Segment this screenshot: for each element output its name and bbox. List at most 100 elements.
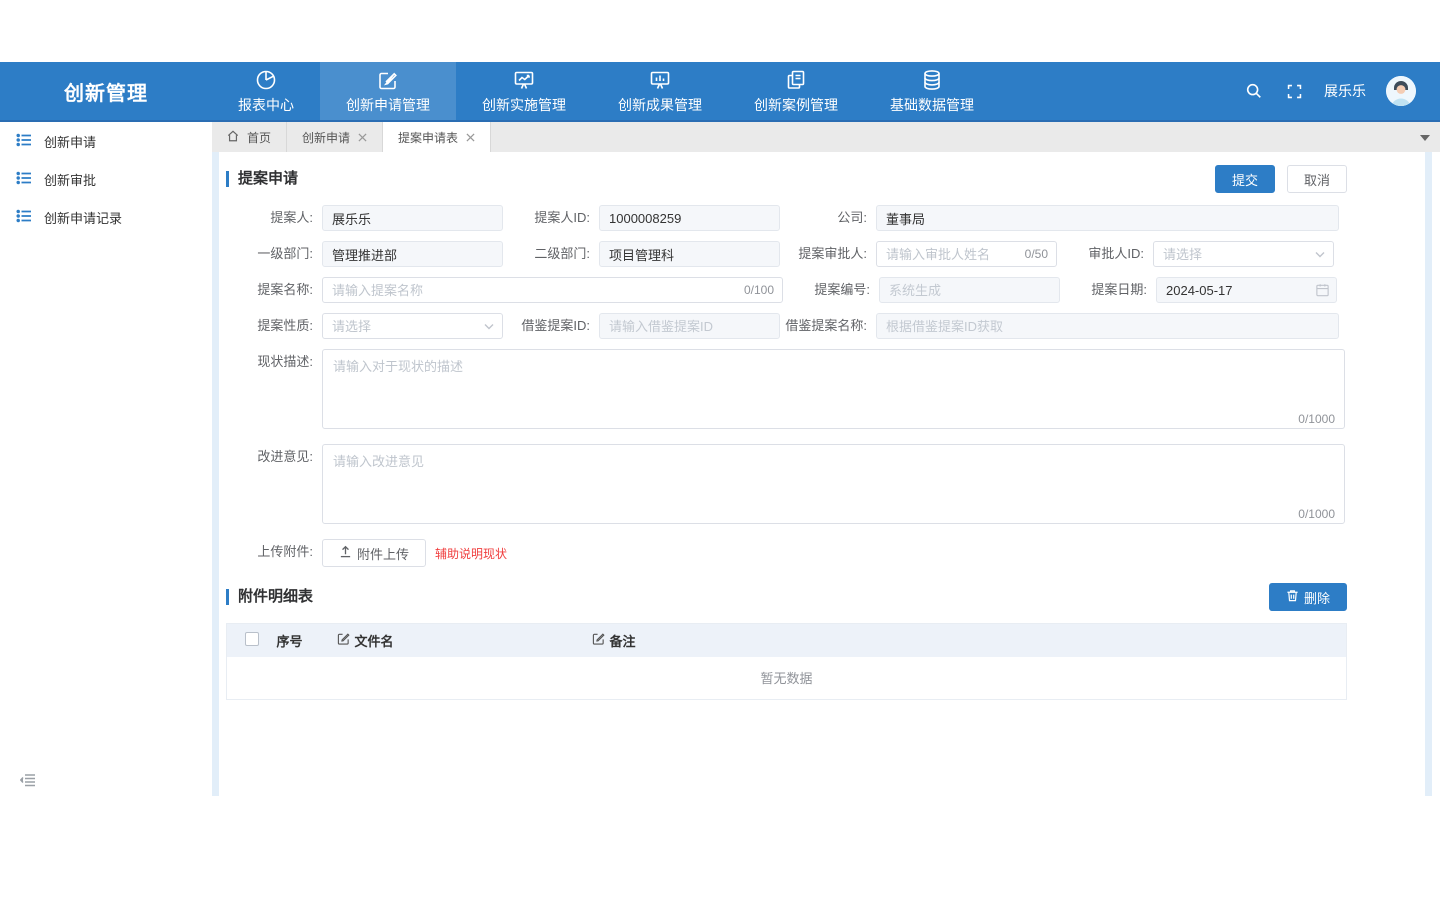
tab-label: 创新申请: [302, 129, 350, 146]
approver-label: 提案审批人:: [780, 241, 876, 267]
nav-item-base-data[interactable]: 基础数据管理: [864, 62, 1000, 120]
upload-button-label: 附件上传: [357, 544, 409, 563]
nav-label: 创新申请管理: [346, 95, 430, 115]
company-input[interactable]: [876, 205, 1339, 231]
proposal-date-input[interactable]: [1156, 277, 1337, 303]
content-area: 提案申请 提交 取消 提案人: 提案人ID: 公司:: [212, 152, 1440, 796]
tab-home[interactable]: 首页: [212, 122, 287, 152]
username[interactable]: 展乐乐: [1324, 81, 1366, 101]
approver-input[interactable]: [876, 241, 1057, 267]
proposal-form-page: 提案申请 提交 取消 提案人: 提案人ID: 公司:: [226, 165, 1347, 700]
ref-name-label: 借鉴提案名称:: [780, 313, 876, 339]
proposal-name-input[interactable]: [322, 277, 783, 303]
copy-documents-icon: [784, 67, 808, 93]
left-scrollbar-gutter[interactable]: [212, 152, 219, 796]
tab-list-dropdown-icon[interactable]: [1420, 135, 1430, 141]
list-icon: [16, 170, 32, 189]
nav-item-innovation-implementation[interactable]: 创新实施管理: [456, 62, 592, 120]
form-row: 改进意见: 0/1000: [226, 444, 1347, 529]
presentation-line-chart-icon: [512, 67, 536, 93]
sidebar-item-application-records[interactable]: 创新申请记录: [0, 198, 212, 236]
upload-row: 上传附件: 附件上传 辅助说明现状: [226, 539, 1347, 567]
nav-item-innovation-application[interactable]: 创新申请管理: [320, 62, 456, 120]
approver-id-select[interactable]: [1153, 241, 1334, 267]
form-row: 现状描述: 0/1000: [226, 349, 1347, 434]
delete-button[interactable]: 删除: [1269, 583, 1347, 611]
ref-name-input: [876, 313, 1339, 339]
main-area: 创新申请 创新审批 创新申请记录: [0, 122, 1440, 796]
nature-label: 提案性质:: [226, 313, 322, 339]
company-label: 公司:: [780, 205, 876, 231]
form-row: 一级部门: 二级部门: 提案审批人: 0/50 审批人ID:: [226, 241, 1347, 267]
form-row: 提案名称: 0/100 提案编号: 提案日期:: [226, 277, 1347, 303]
top-nav: 报表中心 创新申请管理 创新实施管理 创新成果管理: [212, 62, 1000, 120]
sidebar-item-label: 创新申请记录: [44, 208, 122, 227]
sidebar-item-label: 创新审批: [44, 170, 96, 189]
right-scrollbar-gutter[interactable]: [1425, 152, 1432, 796]
ref-id-label: 借鉴提案ID:: [503, 313, 599, 339]
column-header-filename: 文件名: [355, 631, 394, 650]
top-bar-right: 展乐乐: [1244, 62, 1440, 120]
upload-label: 上传附件:: [226, 539, 322, 567]
nav-item-innovation-cases[interactable]: 创新案例管理: [728, 62, 864, 120]
proposer-input[interactable]: [322, 205, 503, 231]
tab-label: 提案申请表: [398, 129, 458, 146]
upload-hint-text: 辅助说明现状: [435, 545, 507, 562]
attachments-table-header-row: 序号 文件名 备注: [227, 624, 1347, 657]
form-header: 提案申请 提交 取消: [226, 165, 1347, 193]
edit-icon: [592, 632, 605, 648]
close-icon[interactable]: [466, 133, 475, 142]
cancel-button[interactable]: 取消: [1287, 165, 1347, 193]
form-row: 提案人: 提案人ID: 公司:: [226, 205, 1347, 231]
proposal-name-label: 提案名称:: [226, 277, 322, 303]
dept2-label: 二级部门:: [503, 241, 599, 267]
form-actions: 提交 取消: [1215, 165, 1347, 193]
proposer-label: 提案人:: [226, 205, 322, 231]
avatar[interactable]: [1386, 76, 1416, 106]
tab-label: 首页: [247, 129, 271, 146]
sidebar-item-innovation-approve[interactable]: 创新审批: [0, 160, 212, 198]
trash-icon: [1286, 589, 1299, 605]
close-icon[interactable]: [358, 133, 367, 142]
home-icon: [227, 130, 239, 145]
form-row: 提案性质: 借鉴提案ID: 借鉴提案名称:: [226, 313, 1347, 339]
nav-label: 创新案例管理: [754, 95, 838, 115]
app-window: 创新管理 报表中心 创新申请管理 创新实施管理: [0, 62, 1440, 796]
delete-button-label: 删除: [1304, 588, 1330, 607]
improvement-label: 改进意见:: [226, 444, 322, 470]
upload-button[interactable]: 附件上传: [322, 539, 426, 567]
edit-square-icon: [376, 67, 400, 93]
tab-innovation-apply[interactable]: 创新申请: [287, 122, 383, 152]
tab-bar: 首页 创新申请 提案申请表: [212, 122, 1440, 152]
tab-proposal-form[interactable]: 提案申请表: [383, 122, 491, 152]
fullscreen-icon[interactable]: [1284, 81, 1304, 101]
proposal-no-label: 提案编号:: [783, 277, 879, 303]
nav-item-report-center[interactable]: 报表中心: [212, 62, 320, 120]
dept1-input[interactable]: [322, 241, 503, 267]
sidebar: 创新申请 创新审批 创新申请记录: [0, 122, 212, 796]
attachments-table: 序号 文件名 备注: [226, 623, 1347, 700]
improvement-textarea[interactable]: [322, 444, 1345, 524]
presentation-bar-chart-icon: [648, 67, 672, 93]
dept2-input[interactable]: [599, 241, 780, 267]
sidebar-collapse-icon[interactable]: [20, 773, 36, 792]
right-panel: 首页 创新申请 提案申请表: [212, 122, 1440, 796]
nav-item-innovation-results[interactable]: 创新成果管理: [592, 62, 728, 120]
proposer-id-label: 提案人ID:: [503, 205, 599, 231]
list-icon: [16, 132, 32, 151]
select-all-checkbox[interactable]: [245, 632, 259, 646]
search-icon[interactable]: [1244, 81, 1264, 101]
ref-id-input[interactable]: [599, 313, 780, 339]
database-icon: [920, 67, 944, 93]
sidebar-item-innovation-apply[interactable]: 创新申请: [0, 122, 212, 160]
proposer-id-input[interactable]: [599, 205, 780, 231]
list-icon: [16, 208, 32, 227]
proposal-no-input: [879, 277, 1060, 303]
submit-button[interactable]: 提交: [1215, 165, 1275, 193]
empty-data-text: 暂无数据: [227, 657, 1347, 700]
status-desc-textarea[interactable]: [322, 349, 1345, 429]
page-title: 提案申请: [226, 171, 298, 187]
approver-id-label: 审批人ID:: [1057, 241, 1153, 267]
nature-select[interactable]: [322, 313, 503, 339]
nav-label: 报表中心: [238, 95, 294, 115]
